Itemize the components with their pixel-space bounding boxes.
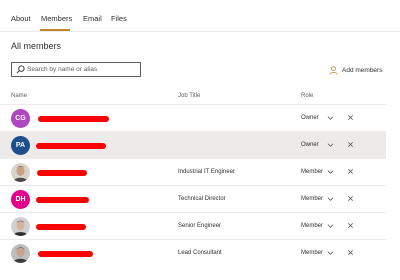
person-photo-icon — [11, 163, 30, 182]
chevron-down-icon[interactable] — [327, 250, 334, 256]
chevron-down-icon[interactable] — [327, 115, 334, 121]
member-row[interactable]: PA Owner — [0, 131, 386, 159]
job-title: Industrial IT Engineer — [178, 169, 235, 175]
person-photo-icon — [11, 217, 30, 236]
job-title: Technical Director — [178, 196, 226, 202]
redacted-name — [38, 251, 93, 257]
avatar: PA — [11, 136, 30, 155]
chevron-down-icon[interactable] — [327, 223, 334, 229]
role-label: Member — [301, 169, 324, 175]
search-icon — [16, 65, 25, 74]
close-icon[interactable] — [347, 195, 354, 202]
search-input[interactable] — [27, 63, 137, 76]
close-icon[interactable] — [347, 168, 354, 175]
role-label: Member — [301, 196, 324, 202]
tab-email[interactable]: Email — [83, 14, 102, 23]
add-person-icon — [329, 66, 338, 75]
column-header-job-title[interactable]: Job Title — [178, 93, 200, 99]
role-label: Owner — [301, 142, 319, 148]
add-members-label: Add members — [342, 67, 383, 74]
tab-bar: About Members Email Files — [0, 0, 400, 32]
section-title: All members — [11, 41, 62, 51]
chevron-down-icon[interactable] — [327, 142, 334, 148]
job-title: Senior Engineer — [178, 223, 222, 229]
chevron-down-icon[interactable] — [327, 169, 334, 175]
redacted-name — [37, 170, 87, 176]
close-icon[interactable] — [347, 222, 354, 229]
member-row[interactable]: CG Owner — [0, 104, 386, 132]
search-box[interactable] — [11, 62, 141, 77]
tab-about[interactable]: About — [11, 14, 31, 23]
role-label: Owner — [301, 115, 319, 121]
member-row[interactable]: Senior Engineer Member — [0, 212, 386, 240]
column-header-role[interactable]: Role — [301, 93, 313, 99]
avatar: DH — [11, 190, 30, 209]
avatar: CG — [11, 109, 30, 128]
close-icon[interactable] — [347, 114, 354, 121]
redacted-name — [36, 197, 89, 203]
redacted-name — [36, 143, 106, 149]
role-label: Member — [301, 250, 324, 256]
close-icon[interactable] — [347, 249, 354, 256]
member-row[interactable]: Industrial IT Engineer Member — [0, 158, 386, 186]
close-icon[interactable] — [347, 141, 354, 148]
redacted-name — [38, 116, 109, 122]
role-label: Member — [301, 223, 324, 229]
chevron-down-icon[interactable] — [327, 196, 334, 202]
redacted-name — [36, 224, 86, 230]
tab-files[interactable]: Files — [111, 14, 127, 23]
tabs-divider — [0, 31, 400, 32]
column-header-name[interactable]: Name — [11, 93, 27, 99]
job-title: Lead Consultant — [178, 250, 222, 256]
tab-members[interactable]: Members — [41, 14, 72, 23]
member-row[interactable]: DH Technical Director Member — [0, 185, 386, 213]
member-row[interactable]: Lead Consultant Member — [0, 239, 386, 267]
person-photo-icon — [11, 244, 30, 263]
